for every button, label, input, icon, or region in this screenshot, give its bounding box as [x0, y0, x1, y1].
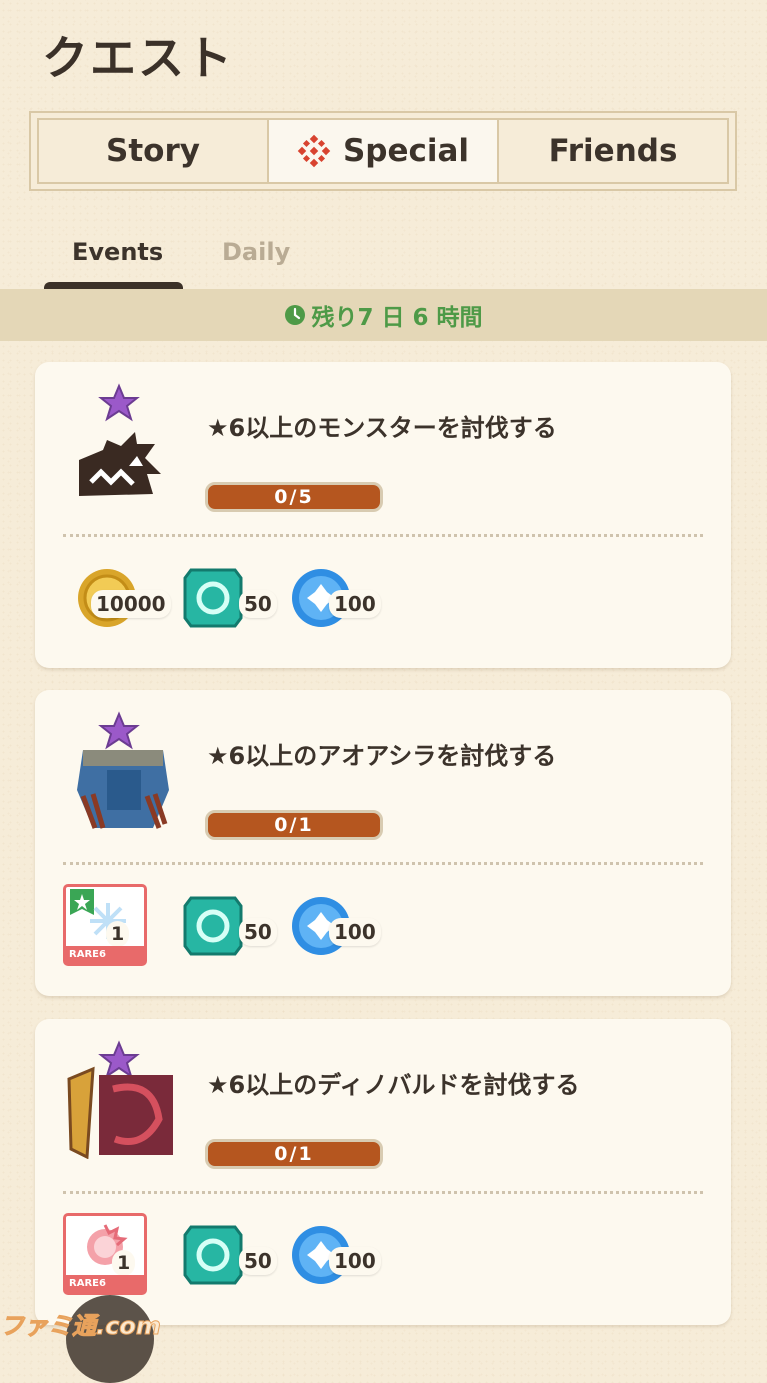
segment-control: Story Special Friends [29, 111, 737, 191]
quest-progress-bar: 0/5 [205, 482, 383, 512]
gem-icon [183, 568, 243, 628]
tab-special[interactable]: Special [269, 120, 499, 182]
reward-gem: 50 [181, 1223, 291, 1291]
gem-icon [183, 896, 243, 956]
quest-progress-text: 0/5 [274, 486, 314, 508]
reward-rare-card: 1 RARE6 [63, 1213, 147, 1295]
divider [63, 862, 703, 865]
quest-card[interactable]: ★6以上のモンスターを討伐する 0/5 10000 50 100 [35, 362, 731, 668]
quest-progress-text: 0/1 [274, 1143, 314, 1165]
time-remaining-bar: 残り7 日 6 時間 [0, 289, 767, 341]
tab-friends-label: Friends [548, 133, 678, 169]
reward-gem: 50 [181, 894, 291, 962]
reward-gem: 50 [181, 566, 291, 634]
quest-title: ★6以上のディノバルドを討伐する [207, 1071, 580, 1099]
quest-card[interactable]: ★6以上のディノバルドを討伐する 0/1 1 RARE6 50 100 [35, 1019, 731, 1325]
tab-friends[interactable]: Friends [499, 120, 727, 182]
clock-icon [285, 305, 306, 325]
page-title: クエスト [42, 31, 234, 85]
divider [63, 1191, 703, 1194]
rarity-label: RARE6 [66, 1275, 144, 1292]
reward-qty: 100 [329, 1247, 381, 1275]
quest-title: ★6以上のアオアシラを討伐する [207, 742, 557, 770]
quest-progress-bar: 0/1 [205, 810, 383, 840]
reward-qty: 50 [239, 918, 277, 946]
time-remaining-text: 残り7 日 6 時間 [311, 305, 483, 331]
quest-progress-text: 0/1 [274, 814, 314, 836]
subtab-daily[interactable]: Daily [222, 238, 290, 266]
quest-progress-bar: 0/1 [205, 1139, 383, 1169]
monster-emblem-icon [77, 711, 169, 829]
reward-qty: 50 [239, 1247, 277, 1275]
subtab-events[interactable]: Events [72, 238, 163, 266]
watermark-logo: ファミ通.com [0, 1312, 161, 1341]
monster-emblem-icon [79, 383, 161, 496]
special-emblem-icon [297, 134, 331, 168]
reward-blue-orb: 100 [289, 1223, 399, 1291]
tab-story[interactable]: Story [39, 120, 269, 182]
reward-qty: 100 [329, 918, 381, 946]
divider [63, 534, 703, 537]
reward-qty: 100 [329, 590, 381, 618]
reward-blue-orb: 100 [289, 566, 399, 634]
reward-qty: 1 [106, 921, 130, 947]
reward-rare-card: 1 RARE6 [63, 884, 147, 966]
reward-qty: 50 [239, 590, 277, 618]
monster-emblem-icon [67, 1040, 173, 1159]
reward-qty: 1 [112, 1250, 136, 1276]
quest-title: ★6以上のモンスターを討伐する [207, 414, 557, 442]
reward-qty: 10000 [91, 590, 171, 618]
quest-card[interactable]: ★6以上のアオアシラを討伐する 0/1 1 RARE6 50 100 [35, 690, 731, 996]
gem-icon [183, 1225, 243, 1285]
reward-blue-orb: 100 [289, 894, 399, 962]
tab-special-label: Special [342, 133, 470, 169]
tab-story-label: Story [106, 133, 200, 169]
subtab-bar: Events Daily [44, 238, 444, 290]
rarity-label: RARE6 [66, 946, 144, 963]
